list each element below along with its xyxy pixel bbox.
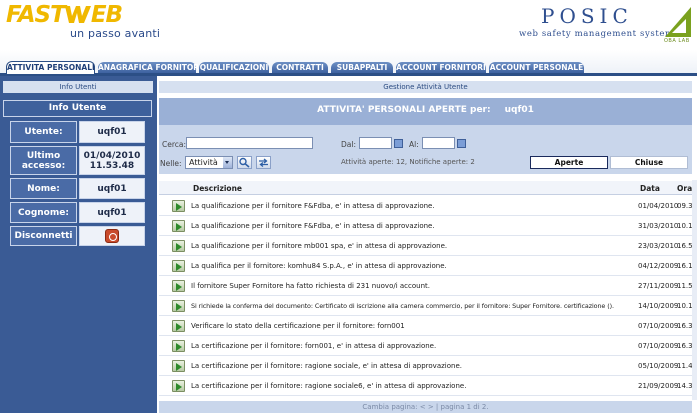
page-title: ATTIVITA' PERSONALI APERTE per: uqf01	[159, 105, 692, 115]
main-tabbar: ATTIVITA PERSONALI ANAGRAFICA FORNITORI …	[0, 50, 697, 76]
oba-lab-logo-icon	[665, 7, 691, 37]
date-from-input[interactable]	[359, 137, 392, 149]
row-date: 21/09/2009	[638, 382, 679, 390]
play-icon[interactable]	[172, 220, 185, 232]
tab-contratti[interactable]: CONTRATTI	[272, 62, 328, 73]
app-header: FAST EB un passo avanti POSIC web safety …	[0, 0, 697, 50]
play-icon[interactable]	[172, 280, 185, 292]
search-button[interactable]	[237, 156, 252, 169]
row-date: 04/12/2009	[638, 262, 679, 270]
row-date: 07/10/2009	[638, 322, 679, 330]
table-row: La certificazione per il fornitore: ragi…	[159, 376, 697, 396]
row-description: La certificazione per il fornitore: ragi…	[191, 362, 462, 370]
row-description: Verificare lo stato della certificazione…	[191, 322, 405, 330]
row-description: La certificazione per il fornitore: ragi…	[191, 382, 467, 390]
username-value: uqf01	[79, 121, 145, 143]
date-to-input[interactable]	[422, 137, 455, 149]
play-icon[interactable]	[172, 240, 185, 252]
product-title: POSIC	[541, 4, 633, 28]
row-description: La qualifica per il fornitore: komhu84 S…	[191, 262, 447, 270]
first-name-label: Nome:	[10, 178, 77, 199]
table-row: Verificare lo stato della certificazione…	[159, 316, 697, 336]
activity-strip: Gestione Attività Utente	[159, 81, 692, 93]
play-icon[interactable]	[172, 200, 185, 212]
user-info-strip: Info Utenti	[3, 81, 153, 93]
user-info-header: Info Utente	[3, 100, 152, 117]
table-header: Descrizione Data Ora	[159, 181, 692, 195]
table-row: La qualificazione per il fornitore F&Fdb…	[159, 216, 697, 236]
tab-qualificazioni[interactable]: QUALIFICAZIONI	[199, 62, 269, 73]
swap-arrows-icon	[259, 158, 268, 168]
column-description[interactable]: Descrizione	[193, 184, 242, 193]
play-icon[interactable]	[172, 340, 185, 352]
row-description: Si richiede la conferma del documento: C…	[191, 302, 614, 310]
date-to-label: Al:	[409, 140, 419, 149]
table-row: La qualifica per il fornitore: komhu84 S…	[159, 256, 697, 276]
play-icon[interactable]	[172, 260, 185, 272]
brand-tagline: un passo avanti	[70, 27, 161, 40]
last-access-value: 01/04/2010 11.53.48	[79, 146, 145, 175]
row-date: 01/04/2010	[638, 202, 679, 210]
open-activities-button[interactable]: Aperte	[530, 156, 608, 169]
row-date: 05/10/2009	[638, 362, 679, 370]
row-description: La qualificazione per il fornitore mb001…	[191, 242, 448, 250]
power-icon[interactable]	[105, 229, 119, 243]
tab-account-fornitori[interactable]: ACCOUNT FORNITORI	[396, 62, 486, 73]
table-row: La certificazione per il fornitore: ragi…	[159, 356, 697, 376]
row-date: 14/10/2009	[638, 302, 679, 310]
table-row: La certificazione per il fornitore: forn…	[159, 336, 697, 356]
closed-activities-button[interactable]: Chiuse	[610, 156, 688, 169]
tab-attivita-personali[interactable]: ATTIVITA PERSONALI	[6, 61, 95, 74]
table-row: Si richiede la conferma del documento: C…	[159, 296, 697, 316]
page-title-text: ATTIVITA' PERSONALI APERTE per:	[317, 105, 491, 115]
play-icon[interactable]	[172, 300, 185, 312]
table-row: La qualificazione per il fornitore mb001…	[159, 236, 697, 256]
disconnect-label: Disconnetti	[10, 226, 77, 246]
pager[interactable]: Cambia pagina: < > | pagina 1 di 2.	[159, 401, 692, 413]
tab-account-personale[interactable]: ACCOUNT PERSONALE	[489, 62, 584, 73]
activity-counter: Attività aperte: 12, Notifiche aperte: 2	[341, 158, 475, 166]
row-description: Il fornitore Super Fornitore ha fatto ri…	[191, 282, 431, 290]
column-time[interactable]: Ora	[677, 184, 692, 193]
row-description: La certificazione per il fornitore: forn…	[191, 342, 437, 350]
partner-label: OBA LAB	[664, 38, 690, 44]
search-label: Cerca:	[162, 140, 187, 149]
tab-anagrafica-fornitori[interactable]: ANAGRAFICA FORNITORI	[98, 62, 202, 73]
date-from-label: Dal:	[341, 140, 356, 149]
play-icon[interactable]	[172, 360, 185, 372]
calendar-icon[interactable]	[457, 139, 466, 148]
brand-logo-text: FAST EB	[6, 2, 123, 28]
table-scrollbar[interactable]	[692, 180, 697, 400]
brand-w-glyph	[64, 6, 91, 23]
first-name-value: uqf01	[79, 178, 145, 199]
refresh-button[interactable]	[256, 156, 271, 169]
last-name-value: uqf01	[79, 202, 145, 223]
product-subtitle: web safety management system	[519, 29, 674, 39]
last-name-label: Cognome:	[10, 202, 77, 223]
table-row: Il fornitore Super Fornitore ha fatto ri…	[159, 276, 697, 296]
tab-subappalti[interactable]: SUBAPPALTI	[331, 62, 393, 73]
filter-scope-label: Nelle:	[160, 159, 182, 168]
last-access-label: Ultimo accesso:	[10, 146, 77, 175]
chevron-down-icon[interactable]	[223, 157, 232, 168]
username-label: Utente:	[10, 121, 77, 143]
row-description: La qualificazione per il fornitore F&Fdb…	[191, 202, 435, 210]
magnifier-icon	[239, 157, 250, 168]
disconnect-cell	[79, 226, 145, 246]
page-title-user: uqf01	[504, 105, 534, 115]
play-icon[interactable]	[172, 320, 185, 332]
row-date: 23/03/2010	[638, 242, 679, 250]
row-date: 31/03/2010	[638, 222, 679, 230]
calendar-icon[interactable]	[394, 139, 403, 148]
row-date: 27/11/2009	[638, 282, 679, 290]
play-icon[interactable]	[172, 380, 185, 392]
column-date[interactable]: Data	[640, 184, 660, 193]
search-input[interactable]	[186, 137, 313, 149]
row-description: La qualificazione per il fornitore F&Fdb…	[191, 222, 435, 230]
row-date: 07/10/2009	[638, 342, 679, 350]
table-row: La qualificazione per il fornitore F&Fdb…	[159, 196, 697, 216]
